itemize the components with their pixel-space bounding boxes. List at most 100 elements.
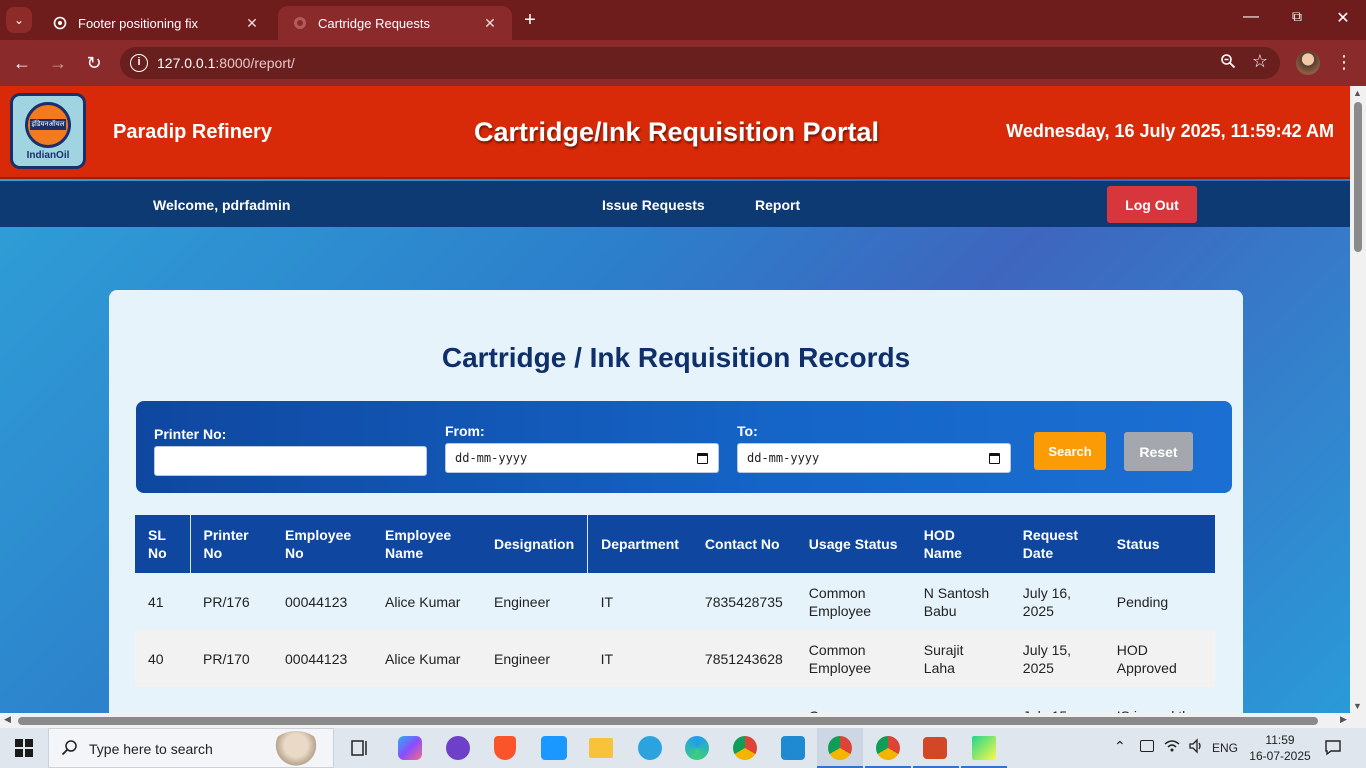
cell-request-date: July 15, 2025 — [1022, 641, 1072, 676]
col-request-date: Request Date — [1022, 527, 1079, 561]
window-minimize-icon[interactable]: — — [1236, 8, 1266, 26]
cell-hod-name: Surajit Laha — [923, 641, 964, 676]
printer-no-label: Printer No: — [154, 426, 227, 442]
col-contact-no: Contact No — [704, 536, 780, 552]
cell-employee-name: Alice Kumar — [385, 593, 461, 610]
tab-cartridge-requests[interactable]: Cartridge Requests ✕ — [278, 6, 512, 40]
logo-disc: इंडियनऑयल — [25, 101, 71, 148]
cell-usage-status: Common Employee — [808, 584, 872, 619]
tab-footer-positioning-fix[interactable]: Footer positioning fix ✕ — [38, 6, 274, 40]
horizontal-scroll-thumb[interactable] — [18, 717, 1318, 725]
prime-video-icon[interactable] — [541, 736, 567, 760]
printer-no-input[interactable] — [154, 446, 427, 476]
logo-badge-text: इंडियनऑयल — [29, 119, 67, 130]
col-department: Department — [587, 515, 692, 573]
edge-icon[interactable] — [685, 736, 709, 760]
profile-avatar[interactable] — [1296, 51, 1320, 75]
cell-contact-no: 7835428735 — [704, 593, 783, 610]
logout-button[interactable]: Log Out — [1107, 186, 1197, 223]
site-info-icon[interactable]: i — [130, 54, 148, 72]
cell-designation — [481, 687, 588, 713]
back-arrow-icon[interactable]: ← — [10, 51, 34, 75]
forward-arrow-icon[interactable]: → — [46, 51, 70, 75]
vertical-scrollbar[interactable]: ▲ ▼ — [1350, 86, 1366, 713]
address-bar[interactable]: i 127.0.0.1:8000/report/ ☆ — [120, 47, 1280, 79]
device-icon[interactable] — [1140, 740, 1154, 752]
tab-search-chevron-icon[interactable]: ⌄ — [6, 7, 32, 33]
chrome-profile-2-icon[interactable] — [865, 728, 911, 768]
table-header-row: SL No Printer No Employee No Employee Na… — [135, 515, 1215, 573]
from-date-input[interactable]: dd-mm-yyyy — [445, 443, 719, 473]
pycharm-icon[interactable] — [961, 728, 1007, 768]
col-printer-no: Printer No — [189, 515, 272, 573]
notification-icon[interactable] — [1324, 738, 1342, 761]
tab-close-icon[interactable]: ✕ — [244, 15, 260, 32]
reset-button[interactable]: Reset — [1124, 432, 1193, 471]
bookmark-star-icon[interactable]: ☆ — [1252, 51, 1268, 72]
cell-designation: Engineer — [494, 593, 551, 610]
vertical-scroll-thumb[interactable] — [1354, 102, 1362, 252]
chatgpt-favicon-icon — [52, 15, 68, 31]
cell-status: HOD Approved — [1116, 641, 1177, 676]
window-restore-icon[interactable]: ⧉ — [1282, 8, 1312, 25]
clock-date: 16-07-2025 — [1249, 749, 1311, 763]
current-datetime: Wednesday, 16 July 2025, 11:59:42 AM — [1006, 121, 1334, 141]
reload-icon[interactable]: ↻ — [82, 51, 106, 75]
scroll-right-arrow-icon[interactable]: ▶ — [1340, 714, 1347, 725]
calendar-icon[interactable] — [989, 453, 1000, 464]
horizontal-scrollbar[interactable]: ◀ ▶ — [0, 713, 1366, 728]
powerpoint-icon[interactable] — [913, 728, 959, 768]
table-row[interactable]: Common July 15, IS issued the — [135, 687, 1215, 714]
window-close-icon[interactable]: ✕ — [1328, 8, 1358, 28]
cell-usage-status: Common Employee — [808, 641, 872, 676]
nav-link-report[interactable]: Report — [755, 197, 800, 213]
to-date-label: To: — [737, 423, 758, 439]
chrome-icon[interactable] — [733, 736, 757, 760]
show-hidden-icons-chevron-icon[interactable]: ⌃ — [1114, 738, 1126, 755]
cell-printer-no: PR/170 — [203, 650, 250, 667]
calendar-icon[interactable] — [697, 453, 708, 464]
wifi-icon[interactable] — [1164, 738, 1180, 759]
file-explorer-icon[interactable] — [589, 738, 613, 758]
language-indicator[interactable]: ENG — [1212, 741, 1238, 755]
cell-printer-no — [190, 687, 272, 713]
table-row[interactable]: 41 PR/176 00044123 Alice Kumar Engineer … — [135, 573, 1215, 630]
url-path: :8000/report/ — [215, 55, 295, 71]
chrome-profile-1-icon[interactable] — [817, 728, 863, 768]
zoom-icon[interactable] — [1220, 53, 1236, 73]
site-header: इंडियनऑयल IndianOil Paradip Refinery Car… — [0, 86, 1350, 179]
taskbar-search-box[interactable]: Type here to search — [48, 728, 334, 768]
col-hod-name: HOD Name — [923, 527, 962, 561]
vscode-icon[interactable] — [781, 736, 805, 760]
kebab-menu-icon[interactable]: ⋮ — [1334, 52, 1354, 73]
logo-brand-text: IndianOil — [26, 149, 70, 161]
scroll-up-arrow-icon[interactable]: ▲ — [1353, 88, 1362, 98]
taskbar-clock[interactable]: 11:59 16-07-2025 — [1248, 732, 1312, 764]
copilot-icon[interactable] — [398, 736, 422, 760]
search-button[interactable]: Search — [1034, 432, 1106, 470]
tab-title: Footer positioning fix — [78, 15, 198, 31]
cell-sl-no: 40 — [148, 650, 164, 667]
cell-employee-name — [372, 687, 481, 713]
browser-tab-strip: ⌄ Footer positioning fix ✕ Cartridge Req… — [0, 0, 1366, 40]
new-tab-plus-icon[interactable]: + — [518, 9, 542, 31]
table-row[interactable]: 40 PR/170 00044123 Alice Kumar Engineer … — [135, 630, 1215, 687]
col-employee-name: Employee Name — [385, 527, 452, 561]
brave-icon[interactable] — [494, 736, 516, 760]
records-table: SL No Printer No Employee No Employee Na… — [135, 515, 1215, 713]
volume-icon[interactable] — [1188, 738, 1204, 759]
scroll-left-arrow-icon[interactable]: ◀ — [4, 714, 11, 725]
nav-link-issue-requests[interactable]: Issue Requests — [602, 197, 705, 213]
scroll-down-arrow-icon[interactable]: ▼ — [1353, 701, 1362, 711]
to-date-input[interactable]: dd-mm-yyyy — [737, 443, 1011, 473]
portal-title: Cartridge/Ink Requisition Portal — [474, 117, 880, 147]
cell-status: IS issued the — [1104, 687, 1215, 714]
url-text[interactable]: 127.0.0.1:8000/report/ — [157, 55, 295, 71]
org-name: Paradip Refinery — [113, 121, 272, 143]
task-view-icon[interactable] — [350, 738, 370, 758]
github-icon[interactable] — [446, 736, 470, 760]
cell-employee-no: 00044123 — [285, 650, 348, 667]
windows-start-icon[interactable] — [15, 739, 33, 757]
telegram-icon[interactable] — [638, 736, 662, 760]
tab-close-icon[interactable]: ✕ — [482, 15, 498, 32]
